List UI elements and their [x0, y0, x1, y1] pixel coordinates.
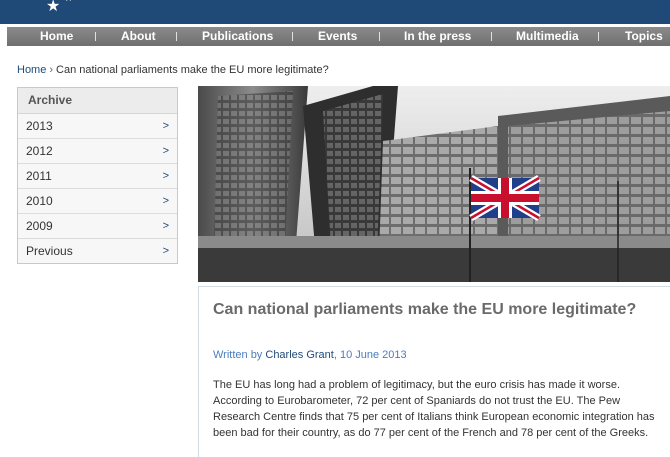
nav-item-in-the-press[interactable]: In the press — [404, 27, 471, 46]
star-icon: ★ — [46, 0, 61, 15]
breadcrumb: Home › Can national parliaments make the E… — [17, 64, 329, 76]
nav-separator — [292, 32, 293, 41]
nav-item-topics[interactable]: Topics — [625, 27, 663, 46]
chevron-right-icon: > — [162, 220, 169, 232]
archive-item-label: 2011 — [26, 169, 52, 183]
nav-item-multimedia[interactable]: Multimedia — [516, 27, 579, 46]
archive-item-previous[interactable]: Previous > — [18, 239, 177, 263]
archive-sidebar: Archive 2013 > 2012 > 2011 > 2010 > 2009 > Pr… — [17, 87, 178, 264]
article-date: 10 June 2013 — [339, 349, 407, 361]
site-header-banner: ★ ★ — [0, 0, 670, 24]
byline-written-by: Written by — [213, 349, 263, 361]
breadcrumb-current: Can national parliaments make the EU mor… — [56, 64, 329, 76]
archive-heading: Archive — [18, 88, 177, 114]
chevron-right-icon: > — [162, 245, 169, 257]
nav-separator — [598, 32, 599, 41]
nav-item-publications[interactable]: Publications — [202, 27, 273, 46]
nav-separator — [95, 32, 96, 41]
article-hero-image — [198, 86, 670, 282]
archive-item-2011[interactable]: 2011 > — [18, 164, 177, 189]
archive-item-label: 2012 — [26, 144, 53, 158]
archive-item-2009[interactable]: 2009 > — [18, 214, 177, 239]
author-link[interactable]: Charles Grant — [265, 349, 333, 361]
chevron-right-icon: > — [162, 120, 169, 132]
breadcrumb-home-link[interactable]: Home — [17, 64, 46, 76]
archive-item-label: 2010 — [26, 194, 53, 208]
chevron-right-icon: > — [162, 145, 169, 157]
nav-item-about[interactable]: About — [121, 27, 156, 46]
article-card: Can national parliaments make the EU mor… — [198, 286, 670, 457]
nav-separator — [491, 32, 492, 41]
archive-item-label: Previous — [26, 244, 73, 258]
archive-item-2010[interactable]: 2010 > — [18, 189, 177, 214]
article-title: Can national parliaments make the EU mor… — [213, 301, 637, 318]
chevron-right-icon: > — [162, 195, 169, 207]
nav-separator — [379, 32, 380, 41]
archive-item-label: 2009 — [26, 219, 53, 233]
article-body: The EU has long had a problem of legitim… — [213, 379, 655, 439]
nav-item-events[interactable]: Events — [318, 27, 357, 46]
star-icon: ★ — [64, 0, 73, 4]
chevron-right-icon: > — [162, 170, 169, 182]
nav-separator — [176, 32, 177, 41]
archive-item-2012[interactable]: 2012 > — [18, 139, 177, 164]
archive-item-label: 2013 — [26, 119, 53, 133]
breadcrumb-separator: › — [49, 64, 54, 76]
nav-item-home[interactable]: Home — [40, 27, 73, 46]
main-nav: Home About Publications Events In the pr… — [7, 27, 670, 46]
article-byline: Written by Charles Grant, 10 June 2013 — [213, 349, 407, 361]
archive-item-2013[interactable]: 2013 > — [18, 114, 177, 139]
building-flag-photo — [198, 86, 670, 282]
